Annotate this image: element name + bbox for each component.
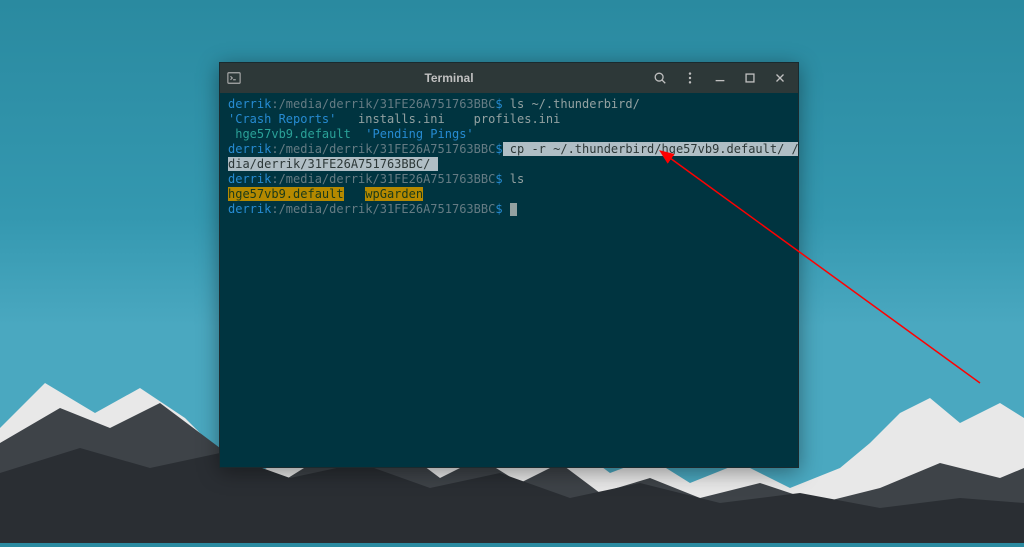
minimize-button[interactable] <box>708 66 732 90</box>
prompt-sep: $ <box>495 202 502 216</box>
command-text: ls ~/.thunderbird/ <box>503 97 640 111</box>
maximize-button[interactable] <box>738 66 762 90</box>
cursor <box>510 203 517 216</box>
output-text: 'Crash Reports' <box>228 112 336 126</box>
terminal-line: hge57vb9.default wpGarden <box>228 187 790 202</box>
command-text <box>503 202 510 216</box>
prompt-path: :/media/derrik/31FE26A751763BBC <box>271 172 495 186</box>
titlebar-controls <box>648 66 792 90</box>
prompt-user: derrik <box>228 142 271 156</box>
output-text <box>344 187 366 201</box>
terminal-line: derrik:/media/derrik/31FE26A751763BBC$ <box>228 202 790 217</box>
terminal-line: hge57vb9.default 'Pending Pings' <box>228 127 790 142</box>
close-button[interactable] <box>768 66 792 90</box>
prompt-sep: $ <box>495 172 502 186</box>
prompt-path: :/media/derrik/31FE26A751763BBC <box>271 142 495 156</box>
prompt-user: derrik <box>228 97 271 111</box>
output-text: hge57vb9.default <box>228 127 351 141</box>
terminal-line: dia/derrik/31FE26A751763BBC/ <box>228 157 790 172</box>
command-text: ls <box>503 172 525 186</box>
terminal-line: derrik:/media/derrik/31FE26A751763BBC$ l… <box>228 172 790 187</box>
output-text: installs.ini profiles.ini <box>336 112 560 126</box>
prompt-user: derrik <box>228 202 271 216</box>
prompt-path: :/media/derrik/31FE26A751763BBC <box>271 97 495 111</box>
selected-command: dia/derrik/31FE26A751763BBC/ <box>228 157 438 171</box>
output-text: 'Pending Pings' <box>351 127 474 141</box>
terminal-line: derrik:/media/derrik/31FE26A751763BBC$ c… <box>228 142 790 157</box>
prompt-path: :/media/derrik/31FE26A751763BBC <box>271 202 495 216</box>
search-button[interactable] <box>648 66 672 90</box>
menu-button[interactable] <box>678 66 702 90</box>
terminal-line: 'Crash Reports' installs.ini profiles.in… <box>228 112 790 127</box>
highlighted-output: wpGarden <box>365 187 423 201</box>
prompt-sep: $ <box>495 142 502 156</box>
window-title: Terminal <box>250 71 648 85</box>
selected-command: cp -r ~/.thunderbird/hge57vb9.default/ /… <box>503 142 798 156</box>
terminal-icon <box>226 70 242 86</box>
prompt-sep: $ <box>495 97 502 111</box>
terminal-body[interactable]: derrik:/media/derrik/31FE26A751763BBC$ l… <box>220 93 798 467</box>
prompt-user: derrik <box>228 172 271 186</box>
terminal-line: derrik:/media/derrik/31FE26A751763BBC$ l… <box>228 97 790 112</box>
terminal-window: Terminal derrik:/media/derrik/31FE26A751… <box>219 62 799 468</box>
titlebar[interactable]: Terminal <box>220 63 798 93</box>
highlighted-output: hge57vb9.default <box>228 187 344 201</box>
